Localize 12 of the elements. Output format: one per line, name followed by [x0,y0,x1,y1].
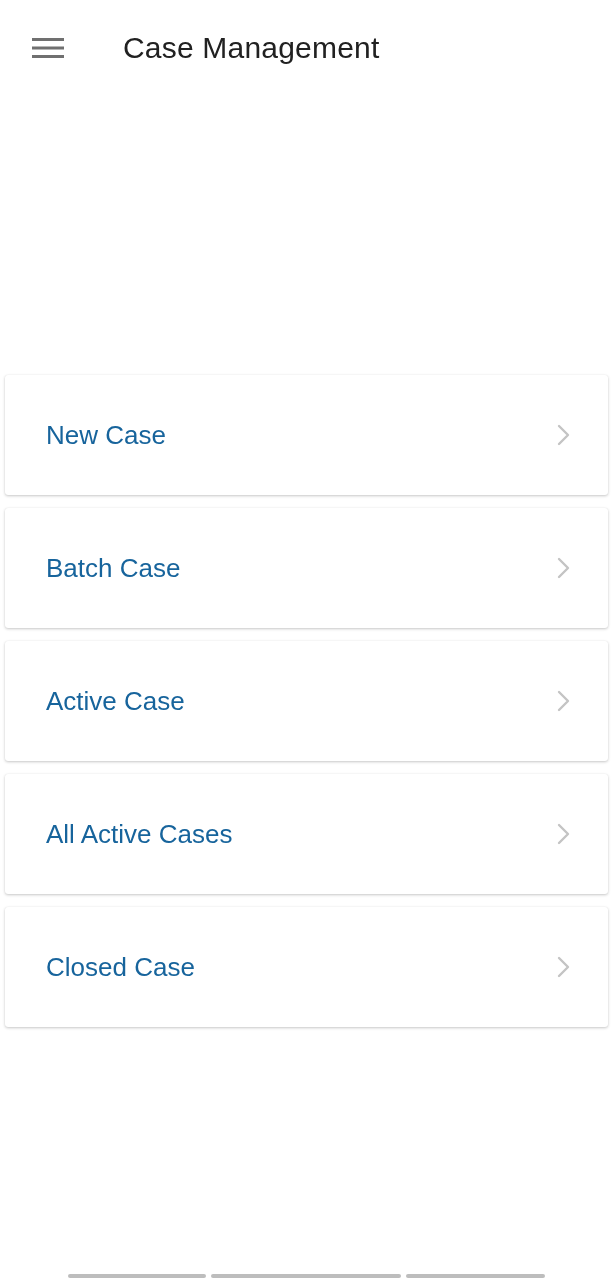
menu-item[interactable]: Closed Case [5,907,608,1027]
chevron-right-icon [557,690,570,712]
menu-icon [32,38,64,58]
chevron-right-icon [557,956,570,978]
chevron-right-icon [557,557,570,579]
chevron-right-icon [557,424,570,446]
chevron-right-icon [557,823,570,845]
menu-item[interactable]: All Active Cases [5,774,608,894]
menu-item[interactable]: New Case [5,375,608,495]
page-title: Case Management [123,31,380,65]
menu-item[interactable]: Active Case [5,641,608,761]
menu-item[interactable]: Batch Case [5,508,608,628]
